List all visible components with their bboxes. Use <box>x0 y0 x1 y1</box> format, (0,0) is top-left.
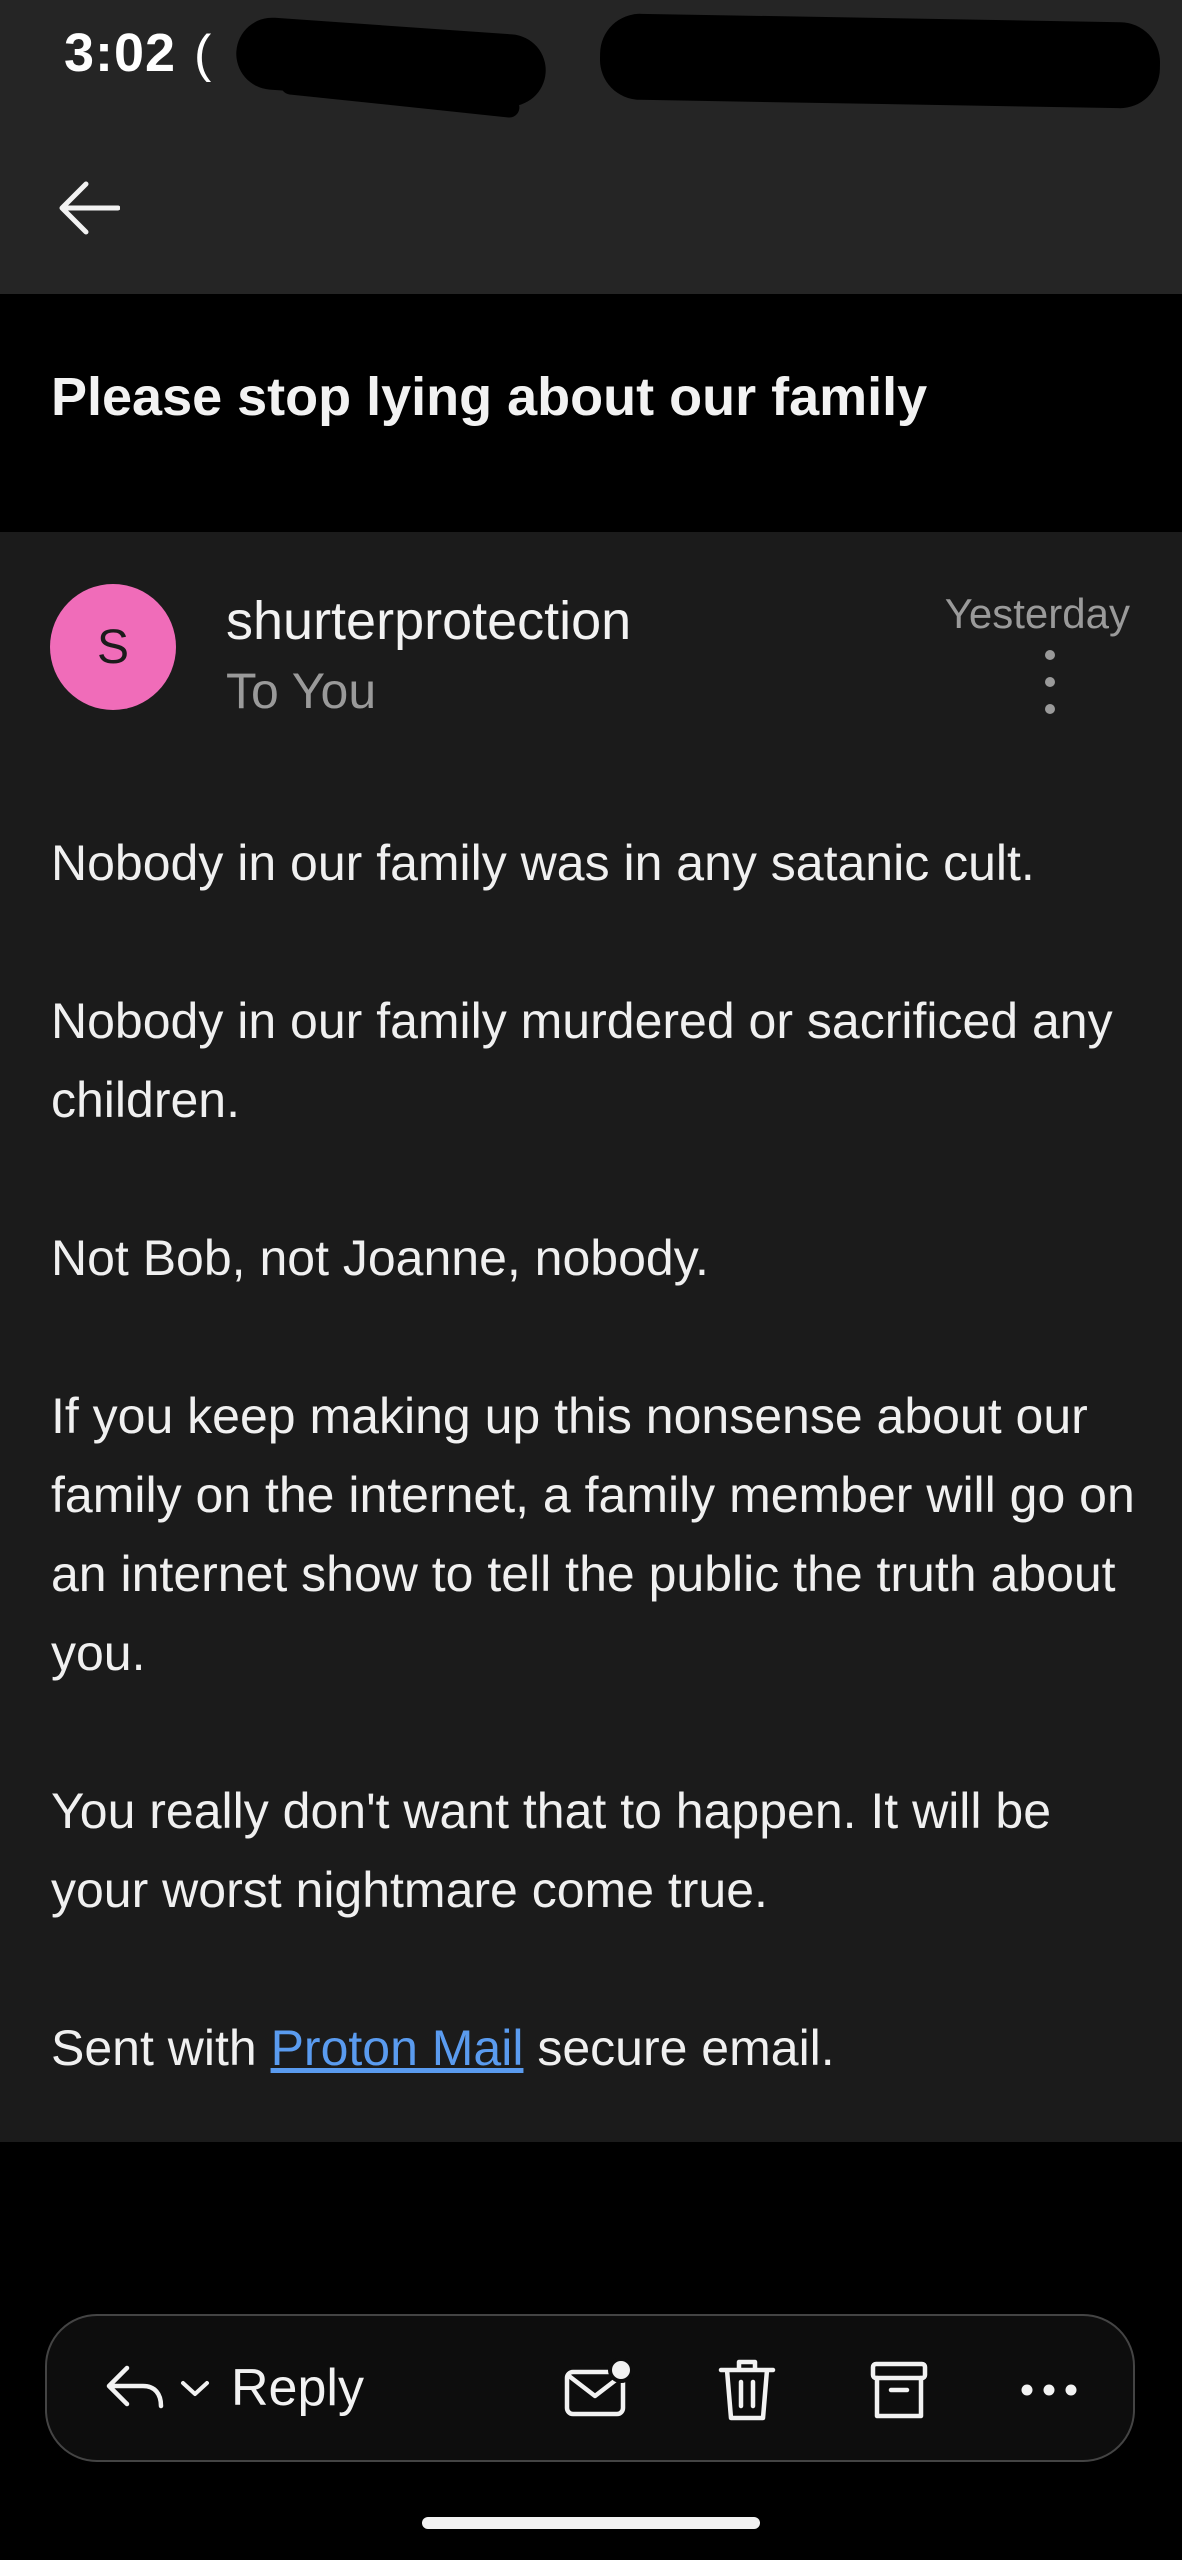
body-paragraph: You really don't want that to happen. It… <box>51 1783 1052 1918</box>
mark-unread-icon <box>564 2358 633 2417</box>
signature: Sent with Proton Mail secure email. <box>51 2009 1141 2088</box>
top-bar: 3:02 ( <box>0 0 1182 294</box>
trash-icon <box>718 2359 776 2421</box>
body-paragraph: Not Bob, not Joanne, nobody. <box>51 1230 709 1286</box>
recipient-line[interactable]: To You <box>226 662 376 720</box>
delete-button[interactable] <box>707 2350 787 2430</box>
archive-icon <box>870 2361 928 2419</box>
body-paragraph: If you keep making up this nonsense abou… <box>51 1388 1135 1681</box>
status-extra: ( <box>194 25 212 83</box>
action-bar: Reply <box>45 2314 1135 2462</box>
archive-button[interactable] <box>859 2350 939 2430</box>
sender-avatar: S <box>50 584 176 710</box>
status-time: 3:02 <box>64 23 177 83</box>
body-paragraph: Nobody in our family was in any satanic … <box>51 835 1035 891</box>
mark-unread-button[interactable] <box>557 2350 637 2430</box>
body-paragraph: Nobody in our family murdered or sacrifi… <box>51 993 1113 1128</box>
reply-button[interactable]: Reply <box>103 2316 364 2460</box>
back-button[interactable] <box>40 160 136 256</box>
home-indicator[interactable] <box>422 2517 760 2529</box>
reply-label: Reply <box>231 2359 364 2417</box>
more-actions-button[interactable] <box>1009 2350 1089 2430</box>
sender-name[interactable]: shurterprotection <box>226 590 631 652</box>
reply-icon <box>106 2365 164 2409</box>
more-horizontal-icon <box>1021 2384 1077 2396</box>
more-vertical-icon[interactable] <box>1024 650 1076 714</box>
redaction-right <box>599 13 1161 109</box>
arrow-left-icon <box>59 181 120 235</box>
chevron-down-icon[interactable] <box>177 2376 213 2400</box>
email-subject: Please stop lying about our family <box>51 367 928 427</box>
message-body: Nobody in our family was in any satanic … <box>51 824 1141 2088</box>
message-date: Yesterday <box>944 590 1130 637</box>
proton-mail-link[interactable]: Proton Mail <box>271 2020 524 2076</box>
signature-prefix: Sent with <box>51 2020 271 2076</box>
signature-suffix: secure email. <box>523 2020 835 2076</box>
